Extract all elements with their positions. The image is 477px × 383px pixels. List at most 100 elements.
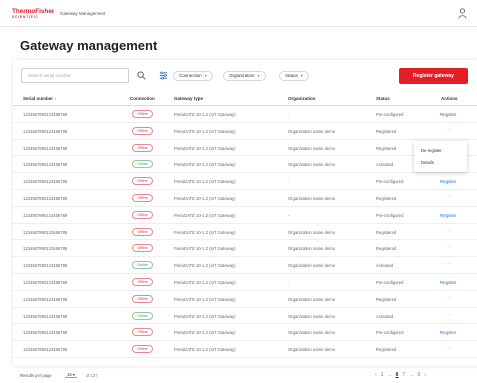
user-icon[interactable] <box>458 8 467 19</box>
cell-status: Registered <box>376 229 397 235</box>
cell-serial-number: 1234567890123456789 <box>23 212 68 218</box>
cell-gateway-type: PeriaGATE 10-1.2 (IoT Gateway) <box>174 195 236 201</box>
results-total: of 127 <box>86 373 98 378</box>
table-row[interactable]: 1234567890123456789 Offline PeriaGATE 10-1… <box>13 207 477 224</box>
chevron-down-icon: ▾ <box>72 372 75 377</box>
table-row[interactable]: 1234567890123456789 Online PeriaGATE 10-1.… <box>13 156 477 174</box>
table-body: 1234567890123456789 Offline PeriaGATE 10-1… <box>13 106 477 358</box>
register-link[interactable]: Register <box>440 280 456 285</box>
connection-badge: Offline <box>132 143 153 152</box>
top-bar: ThermoFisher SCIENTIFIC Gateway Manageme… <box>0 0 477 27</box>
table-row[interactable]: 1234567890123456789 Offline PeriaGATE 10-1… <box>13 224 477 241</box>
cell-serial-number: 1234567890123456789 <box>23 195 68 201</box>
app-name: Gateway Management <box>60 11 106 16</box>
menu-item-deregister[interactable]: De-register <box>421 148 442 153</box>
cell-organization: Organization name demo <box>288 263 336 269</box>
page-9[interactable]: 9 <box>417 372 420 378</box>
more-actions-icon[interactable]: ··· <box>445 228 452 234</box>
cell-organization: Organization name demo <box>288 347 336 353</box>
cell-serial-number: 1234567890123456789 <box>23 246 68 252</box>
next-page-icon[interactable]: › <box>424 372 426 378</box>
connection-badge: Online <box>132 261 153 270</box>
cell-gateway-type: PeriaGATE 10-1.2 (IoT Gateway) <box>174 347 236 353</box>
search-input[interactable] <box>28 73 108 78</box>
more-actions-icon[interactable]: ··· <box>445 295 452 301</box>
column-actions: Actions <box>441 96 458 101</box>
column-serial-number[interactable]: Serial number ↓ <box>23 96 57 101</box>
connection-badge: Offline <box>132 210 153 219</box>
cell-status: Pre-configured <box>376 330 404 336</box>
cell-gateway-type: PeriaGATE 10-1.2 (IoT Gateway) <box>174 330 236 336</box>
cell-serial-number: 1234567890123456789 <box>23 145 68 151</box>
search-box[interactable] <box>21 68 129 83</box>
chevron-down-icon: ▾ <box>204 73 207 78</box>
register-link[interactable]: Register <box>440 179 456 184</box>
search-icon[interactable] <box>137 71 146 80</box>
column-gateway-type: Gateway type <box>174 96 204 101</box>
table-row[interactable]: 1234567890123456789 Offline PeriaGATE 10-1… <box>13 140 477 157</box>
table-row[interactable]: 1234567890123456789 Offline PeriaGATE 10-1… <box>13 173 477 190</box>
page-1[interactable]: 1 <box>381 372 384 378</box>
register-link[interactable]: Register <box>440 330 456 335</box>
cell-organization: - <box>288 112 290 117</box>
cell-status: Registered <box>376 246 397 252</box>
table-row[interactable]: 1234567890123456789 Offline PeriaGATE 10-1… <box>13 240 477 258</box>
connection-badge: Offline <box>132 227 153 236</box>
connection-badge: Offline <box>132 193 153 202</box>
filter-status[interactable]: Status ▾ <box>279 71 309 81</box>
connection-badge: Online <box>132 160 153 169</box>
connection-badge: Offline <box>132 110 153 118</box>
table-row[interactable]: 1234567890123456789 Offline PeriaGATE 10-1… <box>13 274 477 291</box>
more-actions-icon[interactable]: ··· <box>445 127 452 133</box>
register-link[interactable]: Register <box>440 112 456 117</box>
cell-organization: Organization name demo <box>288 128 336 134</box>
table-row[interactable]: 1234567890123456789 Offline PeriaGATE 10-1… <box>13 341 477 358</box>
menu-item-details[interactable]: Details <box>421 160 434 165</box>
cell-serial-number: 1234567890123456789 <box>23 330 68 336</box>
results-per-page-select[interactable]: 15 ▾ <box>65 372 77 378</box>
more-actions-icon[interactable]: ··· <box>445 194 452 200</box>
more-actions-icon[interactable]: ··· <box>445 244 452 250</box>
cell-gateway-type: PeriaGATE 10-1.2 (IoT Gateway) <box>174 128 236 134</box>
page-6[interactable]: 6 <box>396 372 399 378</box>
cell-gateway-type: PeriaGATE 10-1.2 (IoT Gateway) <box>174 162 236 168</box>
filter-icon[interactable] <box>159 71 168 80</box>
filter-organization[interactable]: Organization ▾ <box>223 71 266 81</box>
connection-badge: Offline <box>132 177 153 186</box>
register-link[interactable]: Register <box>440 213 456 218</box>
prev-page-icon[interactable]: ‹ <box>375 372 377 378</box>
table-row[interactable]: 1234567890123456789 Offline PeriaGATE 10-1… <box>13 291 477 308</box>
pager-ellipsis: ... <box>387 372 392 378</box>
cell-serial-number: 1234567890123456789 <box>23 112 68 117</box>
more-actions-icon[interactable]: ··· <box>445 312 452 318</box>
table-row[interactable]: 1234567890123456789 Offline PeriaGATE 10-1… <box>13 106 477 123</box>
connection-badge: Online <box>132 311 153 320</box>
chevron-down-icon: ▾ <box>257 73 260 78</box>
cell-organization: - <box>288 279 290 285</box>
thermofisher-logo[interactable]: ThermoFisher SCIENTIFIC <box>12 8 54 19</box>
more-actions-icon[interactable]: ··· <box>445 345 452 351</box>
table-row[interactable]: 1234567890123456789 Online PeriaGATE 10-1.… <box>13 308 477 325</box>
register-gateway-button[interactable]: Register gateway <box>399 68 468 84</box>
table-row[interactable]: 1234567890123456789 Offline PeriaGATE 10-1… <box>13 324 477 342</box>
table-row[interactable]: 1234567890123456789 Offline PeriaGATE 10-1… <box>13 123 477 140</box>
gateway-table-card: Connection▾ Organization▾ Status▾ Regist… <box>13 60 477 366</box>
connection-badge: Offline <box>132 126 153 135</box>
more-actions-icon[interactable]: ··· <box>445 261 452 267</box>
cell-status: Registered <box>376 128 397 134</box>
table-row[interactable]: 1234567890123456789 Online PeriaGATE 10-1.… <box>13 257 477 274</box>
cell-status: Activated <box>376 313 394 319</box>
cell-organization: Organization name demo <box>288 330 336 336</box>
cell-gateway-type: PeriaGATE 10-1.2 (IoT Gateway) <box>174 179 236 185</box>
logo-subtext: SCIENTIFIC <box>12 15 39 19</box>
cell-status: Pre-configured <box>376 212 404 218</box>
cell-serial-number: 1234567890123456789 <box>23 263 68 269</box>
cell-status: Registered <box>376 145 397 151</box>
filter-connection[interactable]: Connection ▾ <box>173 71 213 81</box>
table-row[interactable]: 1234567890123456789 Offline PeriaGATE 10-1… <box>13 190 477 207</box>
cell-serial-number: 1234567890123456789 <box>23 296 68 302</box>
page-7[interactable]: 7 <box>402 372 405 378</box>
column-connection: Connection <box>130 96 155 101</box>
cell-organization: Organization name demo <box>288 246 336 252</box>
cell-organization: Organization name demo <box>288 162 336 168</box>
